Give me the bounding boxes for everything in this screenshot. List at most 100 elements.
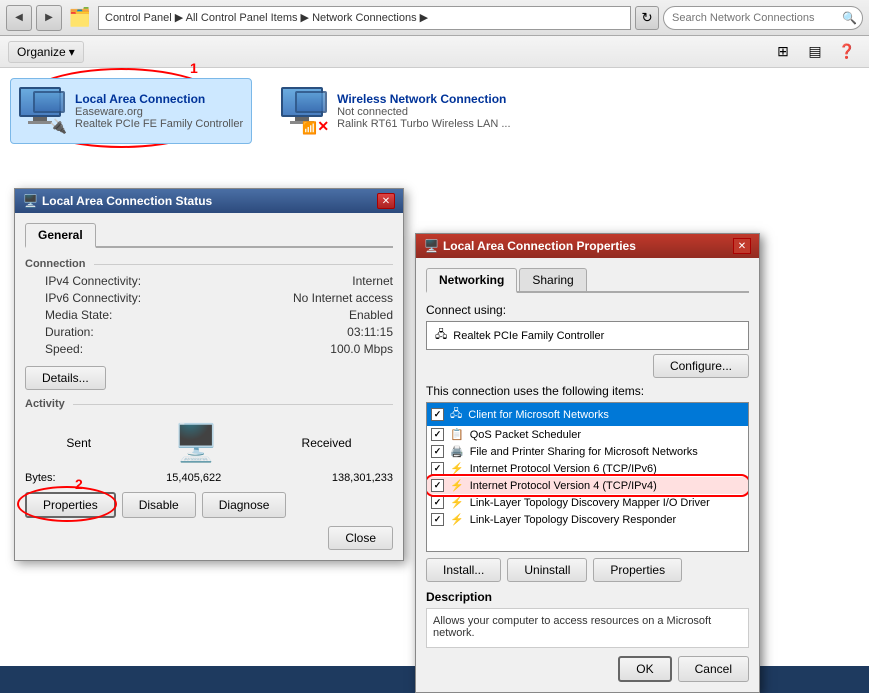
item-1-label: QoS Packet Scheduler: [470, 429, 581, 441]
search-input[interactable]: [663, 6, 863, 30]
props-dialog-body: Networking Sharing Connect using: 🖧 Real…: [416, 258, 759, 692]
status-tab-bar: General: [25, 223, 393, 248]
ipv4-label: IPv4 Connectivity:: [45, 274, 141, 288]
configure-button[interactable]: Configure...: [653, 354, 749, 378]
props-tab-bar: Networking Sharing: [426, 268, 749, 293]
props-dialog-icon: 🖥️: [424, 239, 439, 253]
status-dialog-titlebar: 🖥️ Local Area Connection Status ✕: [15, 189, 403, 213]
organize-arrow-icon: ▾: [69, 45, 75, 59]
search-container: 🔍: [663, 6, 863, 30]
wireless-connection-info: Wireless Network Connection Not connecte…: [337, 92, 510, 130]
search-icon: 🔍: [842, 11, 857, 25]
status-dialog-icon: 🖥️: [23, 194, 38, 208]
network-icon-2: 🖨️: [450, 445, 464, 458]
preview-icon: ▤: [808, 43, 821, 60]
ok-cancel-row: OK Cancel: [426, 656, 749, 682]
media-state-row: Media State: Enabled: [25, 308, 393, 322]
wireless-connection-name: Wireless Network Connection: [337, 92, 510, 106]
received-info: Received: [302, 436, 352, 450]
explorer-window: ◀ ▶ 🗂️ Control Panel ▶ All Control Panel…: [0, 0, 869, 666]
network-icon-3: ⚡: [450, 462, 464, 475]
item-1-checkbox[interactable]: [431, 428, 444, 441]
item-6-label: Link-Layer Topology Discovery Responder: [470, 514, 676, 526]
item-client-microsoft[interactable]: 🖧 Client for Microsoft Networks: [427, 403, 748, 426]
duration-value: 03:11:15: [347, 325, 393, 339]
install-buttons-row: Install... Uninstall Properties: [426, 558, 749, 582]
help-icon: ❓: [838, 43, 855, 60]
item-properties-button[interactable]: Properties: [593, 558, 682, 582]
item-lltdm[interactable]: ⚡ Link-Layer Topology Discovery Mapper I…: [427, 494, 748, 511]
install-button[interactable]: Install...: [426, 558, 501, 582]
speed-value: 100.0 Mbps: [330, 342, 393, 356]
local-area-connection-info: Local Area Connection Easeware.org Realt…: [75, 92, 243, 130]
refresh-button[interactable]: ↻: [635, 6, 659, 30]
wireless-connection-detail2: Ralink RT61 Turbo Wireless LAN ...: [337, 118, 510, 130]
tab-sharing[interactable]: Sharing: [519, 268, 586, 291]
item-file-printer[interactable]: 🖨️ File and Printer Sharing for Microsof…: [427, 443, 748, 460]
ipv6-label: IPv6 Connectivity:: [45, 291, 141, 305]
speed-label: Speed:: [45, 342, 83, 356]
wireless-connection-item[interactable]: ✕ 📶 Wireless Network Connection Not conn…: [272, 78, 519, 144]
status-close-x-button[interactable]: ✕: [377, 193, 395, 209]
tab-general[interactable]: General: [25, 223, 96, 248]
adapter-icon: 🖧: [435, 326, 447, 345]
media-state-label: Media State:: [45, 308, 112, 322]
item-4-label: Internet Protocol Version 4 (TCP/IPv4): [470, 480, 657, 492]
address-bar: ◀ ▶ 🗂️ Control Panel ▶ All Control Panel…: [0, 0, 869, 36]
local-area-connection-detail2: Realtek PCIe FE Family Controller: [75, 118, 243, 130]
local-area-connection-item[interactable]: 🔌 Local Area Connection Easeware.org Rea…: [10, 78, 252, 144]
adapter-box: 🖧 Realtek PCIe Family Controller: [426, 321, 749, 350]
tab-networking[interactable]: Networking: [426, 268, 517, 293]
item-lltdr[interactable]: ⚡ Link-Layer Topology Discovery Responde…: [427, 511, 748, 528]
item-0-checkbox[interactable]: [431, 408, 444, 421]
ipv6-value: No Internet access: [293, 291, 393, 305]
props-dialog-title: Local Area Connection Properties: [443, 239, 636, 253]
forward-button[interactable]: ▶: [36, 5, 62, 31]
ipv4-value: Internet: [352, 274, 393, 288]
received-bytes: 138,301,233: [332, 472, 393, 484]
status-dialog-body: General Connection IPv4 Connectivity: In…: [15, 213, 403, 560]
item-6-checkbox[interactable]: [431, 513, 444, 526]
item-3-label: Internet Protocol Version 6 (TCP/IPv6): [470, 463, 657, 475]
organize-label: Organize: [17, 45, 66, 59]
sent-bytes: 15,405,622: [166, 472, 221, 484]
disable-button[interactable]: Disable: [122, 492, 196, 518]
bottom-buttons-area: 2 Properties Disable Diagnose: [25, 492, 393, 518]
help-button[interactable]: ❓: [833, 38, 861, 66]
item-3-checkbox[interactable]: [431, 462, 444, 475]
item-qos[interactable]: 📋 QoS Packet Scheduler: [427, 426, 748, 443]
activity-label: Activity: [25, 398, 65, 410]
status-dialog: 🖥️ Local Area Connection Status ✕ Genera…: [14, 188, 404, 561]
item-4-checkbox[interactable]: [431, 479, 444, 492]
item-5-label: Link-Layer Topology Discovery Mapper I/O…: [470, 497, 710, 509]
connection-label: Connection: [25, 258, 86, 270]
status-close-button[interactable]: Close: [328, 526, 393, 550]
description-text: Allows your computer to access resources…: [426, 608, 749, 648]
status-action-buttons: Properties Disable Diagnose: [25, 492, 393, 518]
breadcrumb[interactable]: Control Panel ▶ All Control Panel Items …: [98, 6, 631, 30]
view-options-button[interactable]: ⊞: [769, 38, 797, 66]
local-area-connection-detail1: Easeware.org: [75, 106, 243, 118]
organize-button[interactable]: Organize ▾: [8, 41, 84, 63]
cancel-button[interactable]: Cancel: [678, 656, 749, 682]
bytes-label: Bytes:: [25, 472, 56, 484]
item-5-checkbox[interactable]: [431, 496, 444, 509]
diagnose-button[interactable]: Diagnose: [202, 492, 287, 518]
properties-button[interactable]: Properties: [25, 492, 116, 518]
wireless-connection-detail1: Not connected: [337, 106, 510, 118]
uninstall-button[interactable]: Uninstall: [507, 558, 587, 582]
status-dialog-title: Local Area Connection Status: [42, 194, 212, 208]
local-area-connection-icon: 🔌: [19, 87, 67, 135]
back-button[interactable]: ◀: [6, 5, 32, 31]
description-label: Description: [426, 590, 749, 604]
details-button[interactable]: Details...: [25, 366, 106, 390]
status-close-area: Close: [25, 526, 393, 550]
item-2-label: File and Printer Sharing for Microsoft N…: [470, 446, 698, 458]
show-preview-button[interactable]: ▤: [801, 38, 829, 66]
props-close-button[interactable]: ✕: [733, 238, 751, 254]
item-ipv4[interactable]: ⚡ Internet Protocol Version 4 (TCP/IPv4)…: [427, 477, 748, 494]
item-2-checkbox[interactable]: [431, 445, 444, 458]
ok-button[interactable]: OK: [618, 656, 671, 682]
items-list: 🖧 Client for Microsoft Networks 📋 QoS Pa…: [426, 402, 749, 552]
item-ipv6[interactable]: ⚡ Internet Protocol Version 6 (TCP/IPv6): [427, 460, 748, 477]
